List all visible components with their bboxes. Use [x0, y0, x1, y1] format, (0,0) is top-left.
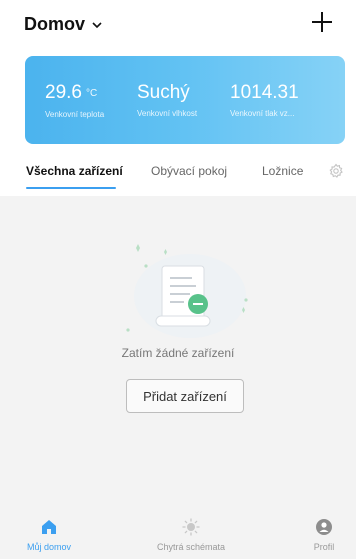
weather-card: 29.6 °C Venkovní teplota Suchý Venkovní v… — [25, 56, 345, 144]
temperature-label: Venkovní teplota — [45, 110, 105, 119]
humidity-value: Suchý — [137, 82, 190, 103]
temperature-unit: °C — [85, 88, 98, 99]
tab-bedroom[interactable]: Ložnice — [262, 164, 303, 178]
active-tab-indicator — [26, 187, 116, 189]
sun-icon — [182, 518, 200, 536]
bottom-navigation: Můj domov Chytrá schémata Profil — [0, 518, 356, 559]
nav-profile-label: Profil — [313, 542, 335, 552]
gear-icon[interactable] — [328, 163, 344, 179]
room-tabs: Všechna zařízení Obývací pokoj Ložnice — [0, 160, 356, 196]
pressure-label: Venkovní tlak vz... — [230, 109, 295, 118]
nav-smart-scenes[interactable]: Chytrá schémata — [156, 518, 226, 552]
tab-all-devices[interactable]: Všechna zařízení — [26, 164, 123, 178]
nav-my-home-label: Můj domov — [27, 542, 72, 552]
empty-devices-illustration — [126, 244, 248, 338]
chevron-down-icon — [92, 21, 102, 28]
user-icon — [316, 519, 332, 535]
empty-state-text: Zatím žádné zařízení — [121, 346, 235, 360]
pressure-value: 1014.31 — [230, 82, 299, 103]
weather-pressure: 1014.31 Venkovní tlak vz... — [230, 82, 299, 118]
home-title: Domov — [24, 14, 86, 34]
home-icon — [42, 520, 56, 534]
nav-profile[interactable]: Profil — [310, 518, 338, 552]
temperature-value: 29.6 — [45, 82, 82, 103]
weather-humidity: Suchý Venkovní vlhkost — [137, 82, 197, 118]
weather-temperature: 29.6 °C Venkovní teplota — [45, 82, 104, 119]
tab-living-room[interactable]: Obývací pokoj — [151, 164, 227, 178]
add-icon[interactable] — [308, 8, 336, 36]
nav-my-home[interactable]: Můj domov — [27, 518, 72, 552]
top-panel: Domov 29.6 °C Venkovní teplota Suchý Venk… — [0, 0, 356, 196]
humidity-label: Venkovní vlhkost — [137, 109, 198, 118]
nav-smart-scenes-label: Chytrá schémata — [156, 542, 226, 552]
home-switcher[interactable]: Domov — [24, 14, 103, 35]
add-device-button[interactable]: Přidat zařízení — [126, 379, 244, 413]
